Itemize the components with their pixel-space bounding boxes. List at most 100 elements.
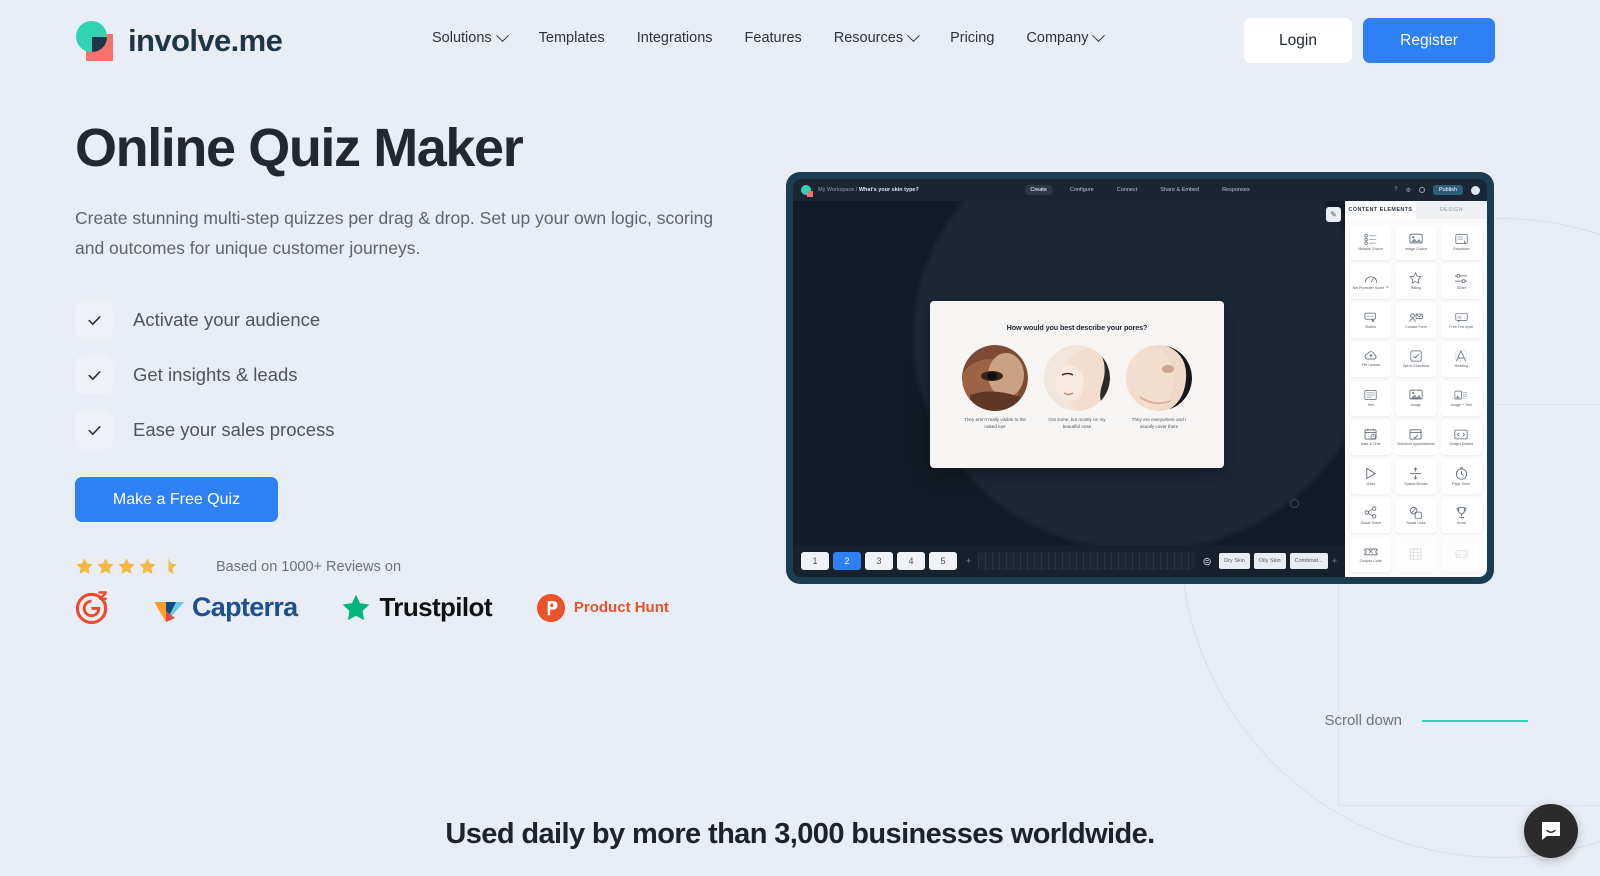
status-dot-icon[interactable] (1418, 187, 1425, 193)
page-thumb-4[interactable]: 4 (897, 552, 925, 570)
element-social-share[interactable]: Social Share (1350, 498, 1392, 533)
quiz-option[interactable]: They aren't really visible to the naked … (961, 345, 1029, 430)
option-caption: They aren't really visible to the naked … (964, 417, 1026, 429)
element-contact-form[interactable]: Contact Form (1395, 303, 1437, 338)
editor-canvas[interactable]: How would you best describe your pores? (793, 201, 1345, 545)
nav-label: Company (1026, 30, 1089, 46)
element-image-choice[interactable]: Image Choice (1395, 225, 1437, 260)
element-label: Schedule Appointments (1397, 442, 1435, 447)
page-thumb-5[interactable]: 5 (929, 552, 957, 570)
element-free-text-input[interactable]: A| Free Text Input (1440, 303, 1482, 338)
login-button[interactable]: Login (1244, 18, 1352, 63)
trustpilot-logo[interactable]: Trustpilot (341, 592, 492, 623)
page-track[interactable] (978, 552, 1196, 570)
tab-connect[interactable]: Connect (1112, 185, 1143, 195)
page-navigator: 1 2 3 4 5 + ⊜ Dry Skin Oily Skin Combina… (793, 545, 1345, 577)
checklist-label: Ease your sales process (133, 419, 335, 441)
element-multiple-choice[interactable]: Multiple Choice (1350, 225, 1392, 260)
nav-item-pricing[interactable]: Pricing (950, 30, 994, 46)
logo-mark-icon (75, 20, 117, 62)
register-button[interactable]: Register (1363, 18, 1495, 63)
make-free-quiz-button[interactable]: Make a Free Quiz (75, 477, 278, 523)
breadcrumb-workspace[interactable]: My Workspace / (818, 187, 857, 193)
content-elements-panel: CONTENT ELEMENTS DESIGN Multiple Choice … (1345, 201, 1487, 577)
product-hunt-logo[interactable]: Product Hunt (536, 593, 669, 623)
element-coupon-code[interactable]: Coupon Code (1350, 537, 1392, 572)
rating-text: Based on 1000+ Reviews on (216, 558, 402, 575)
logic-flow-icon[interactable]: ⊜ (1199, 553, 1215, 569)
element-opt-in-checkbox[interactable]: Opt-in Checkbox (1395, 342, 1437, 377)
element-schedule-appointments[interactable]: Schedule Appointments (1395, 420, 1437, 455)
panel-tab-design[interactable]: DESIGN (1416, 201, 1487, 219)
element-grid-placeholder[interactable] (1395, 537, 1437, 572)
element-grid: Multiple Choice Image Choice Dropdown Ne… (1345, 219, 1487, 577)
chat-widget-button[interactable] (1524, 804, 1578, 858)
checklist-label: Get insights & leads (133, 364, 298, 386)
tab-configure[interactable]: Configure (1065, 185, 1099, 195)
element-spacer-divider[interactable]: Spacer/Divider (1395, 459, 1437, 494)
page-thumb-3[interactable]: 3 (865, 552, 893, 570)
g2-logo[interactable] (75, 590, 110, 625)
edit-pen-icon[interactable]: ✎ (1326, 207, 1341, 222)
element-label: Contact Form (1405, 324, 1427, 329)
element-image-text[interactable]: Image + Text (1440, 381, 1482, 416)
page-thumb-1[interactable]: 1 (801, 552, 829, 570)
element-widget-embed[interactable]: Widget Embed (1440, 420, 1482, 455)
tab-share-embed[interactable]: Share & Embed (1155, 185, 1204, 195)
element-date-time[interactable]: Date & Time (1350, 420, 1392, 455)
element-label: Button (1365, 324, 1376, 329)
scroll-down-indicator[interactable]: Scroll down (1324, 712, 1528, 729)
page-thumb-2[interactable]: 2 (833, 552, 861, 570)
capterra-logo[interactable]: Capterra (154, 592, 298, 624)
nav-label: Solutions (432, 30, 492, 46)
avatar[interactable] (1471, 185, 1480, 195)
quiz-option[interactable]: They are everywhere and I usually cover … (1125, 345, 1193, 430)
landing-page: involve.me Solutions Templates Integrati… (0, 0, 1600, 876)
tab-responses[interactable]: Responses (1217, 185, 1255, 195)
element-score[interactable]: Score (1440, 498, 1482, 533)
product-hunt-icon (536, 593, 565, 622)
element-net-promoter-score[interactable]: Net Promoter Score ™ (1350, 264, 1392, 299)
panel-tab-content-elements[interactable]: CONTENT ELEMENTS (1345, 201, 1416, 219)
panel-tabs: CONTENT ELEMENTS DESIGN (1345, 201, 1487, 219)
element-card-placeholder[interactable] (1440, 537, 1482, 572)
g2-icon (75, 591, 108, 625)
logo[interactable]: involve.me (75, 20, 283, 62)
element-file-upload[interactable]: File Upload (1350, 342, 1392, 377)
element-image[interactable]: Image (1395, 381, 1437, 416)
nav-item-resources[interactable]: Resources (834, 28, 920, 46)
scroll-down-line (1422, 719, 1528, 722)
auth-buttons: Login Register (1244, 18, 1495, 63)
element-dropdown[interactable]: Dropdown (1440, 225, 1482, 260)
star-icon (76, 558, 93, 575)
element-label: Multiple Choice (1358, 246, 1383, 251)
breadcrumb-project[interactable]: What's your skin type? (859, 187, 919, 193)
element-social-links[interactable]: Social Links (1395, 498, 1437, 533)
element-rating[interactable]: Rating (1395, 264, 1437, 299)
nav-item-solutions[interactable]: Solutions (432, 28, 509, 46)
outcome-chip-oily-skin[interactable]: Oily Skin (1253, 553, 1286, 569)
quiz-option[interactable]: Got some, but mostly on my beautiful nos… (1043, 345, 1111, 430)
element-heading[interactable]: Heading (1440, 342, 1482, 377)
outcome-chip-combination[interactable]: Combinat... (1289, 553, 1328, 569)
page-title: Online Quiz Maker (75, 118, 524, 178)
nav-item-company[interactable]: Company (1026, 28, 1106, 46)
nav-item-integrations[interactable]: Integrations (637, 30, 713, 46)
tab-create[interactable]: Create (1025, 185, 1052, 195)
product-hunt-label: Product Hunt (573, 599, 669, 617)
element-button[interactable]: Button (1350, 303, 1392, 338)
help-icon[interactable]: ? (1394, 187, 1397, 193)
element-text[interactable]: Text (1350, 381, 1392, 416)
outcome-chip-dry-skin[interactable]: Dry Skin (1219, 553, 1250, 569)
add-outcome-button[interactable]: + (1332, 556, 1337, 566)
element-video[interactable]: Video (1350, 459, 1392, 494)
gear-icon[interactable]: ⚙ (1406, 187, 1411, 194)
canvas-handle[interactable] (1290, 499, 1299, 508)
nav-item-templates[interactable]: Templates (539, 30, 605, 46)
add-page-button[interactable]: + (966, 556, 971, 566)
element-page-timer[interactable]: Page Timer (1440, 459, 1482, 494)
element-slider[interactable]: Slider (1440, 264, 1482, 299)
app-window: My Workspace / What's your skin type? Cr… (793, 179, 1487, 577)
nav-item-features[interactable]: Features (745, 30, 802, 46)
publish-button[interactable]: Publish (1432, 185, 1463, 195)
